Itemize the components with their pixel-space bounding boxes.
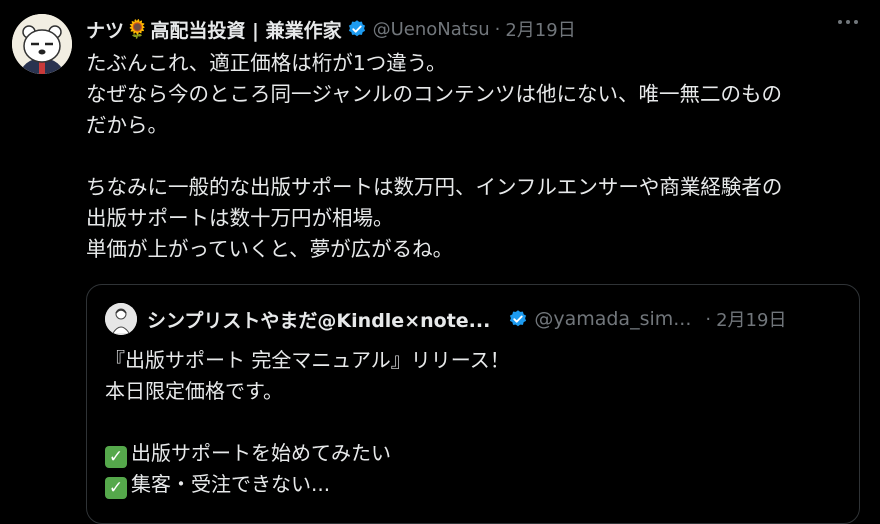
tweet-text: たぶんこれ、適正価格は桁が1つ違う。 なぜなら今のところ同一ジャンルのコンテンツ…: [86, 48, 866, 265]
quoted-separator-dot: ·: [705, 308, 712, 330]
checklist-text: 出版サポートを始めてみたい: [131, 441, 391, 465]
sunflower-icon: 🌻: [126, 18, 149, 40]
tweet-line: たぶんこれ、適正価格は桁が1つ違う。: [86, 51, 447, 75]
sketch-person-avatar-icon: [105, 303, 137, 335]
checklist-text: 集客・受注できない...: [131, 472, 331, 496]
tweet-header: ナツ 🌻 高配当投資 | 兼業作家 @UenoNatsu · 2月19日: [86, 14, 576, 44]
quoted-tweet-text: 『出版サポート 完全マニュアル』リリース！ 本日限定価格です。 ✓ 出版サポートを…: [105, 345, 835, 500]
tweet-line: ちなみに一般的な出版サポートは数万円、インフルエンサーや商業経験者の: [86, 175, 783, 199]
tweet-line: 出版サポートは数十万円が相場。: [86, 206, 394, 230]
quoted-tweet[interactable]: シンプリストやまだ@Kindle×note... @yamada_sim... …: [86, 284, 860, 524]
user-handle[interactable]: @UenoNatsu: [373, 19, 490, 40]
more-options-icon[interactable]: [838, 20, 858, 24]
tweet-line: 単価が上がっていくと、夢が広がるね。: [86, 237, 454, 261]
check-mark-icon: ✓: [105, 477, 127, 499]
avatar[interactable]: [12, 14, 72, 74]
quoted-verified-badge-icon: [510, 310, 527, 327]
quoted-handle[interactable]: @yamada_sim...: [534, 308, 691, 330]
quoted-line: 『出版サポート 完全マニュアル』リリース！: [105, 348, 510, 372]
quoted-checklist-item: ✓ 出版サポートを始めてみたい: [105, 438, 835, 469]
quoted-line: 本日限定価格です。: [105, 379, 283, 403]
tweet-line: だから。: [86, 113, 168, 137]
verified-badge-icon: [348, 20, 365, 37]
quoted-line: [105, 407, 835, 438]
display-name-suffix[interactable]: 高配当投資 | 兼業作家: [150, 16, 341, 43]
check-mark-icon: ✓: [105, 446, 127, 468]
quoted-checklist-item: ✓ 集客・受注できない...: [105, 469, 835, 500]
tweet-line: [86, 141, 866, 172]
quoted-date[interactable]: 2月19日: [716, 306, 786, 332]
display-name[interactable]: ナツ: [86, 16, 124, 43]
polar-bear-avatar-icon: [12, 14, 72, 74]
quoted-display-name[interactable]: シンプリストやまだ@Kindle×note...: [147, 306, 490, 333]
separator-dot: ·: [494, 18, 501, 40]
tweet-line: なぜなら今のところ同一ジャンルのコンテンツは他にない、唯一無二のもの: [86, 82, 782, 106]
quoted-avatar[interactable]: [105, 303, 137, 335]
quoted-tweet-header: シンプリストやまだ@Kindle×note... @yamada_sim... …: [105, 303, 845, 335]
tweet-date[interactable]: 2月19日: [505, 16, 575, 42]
